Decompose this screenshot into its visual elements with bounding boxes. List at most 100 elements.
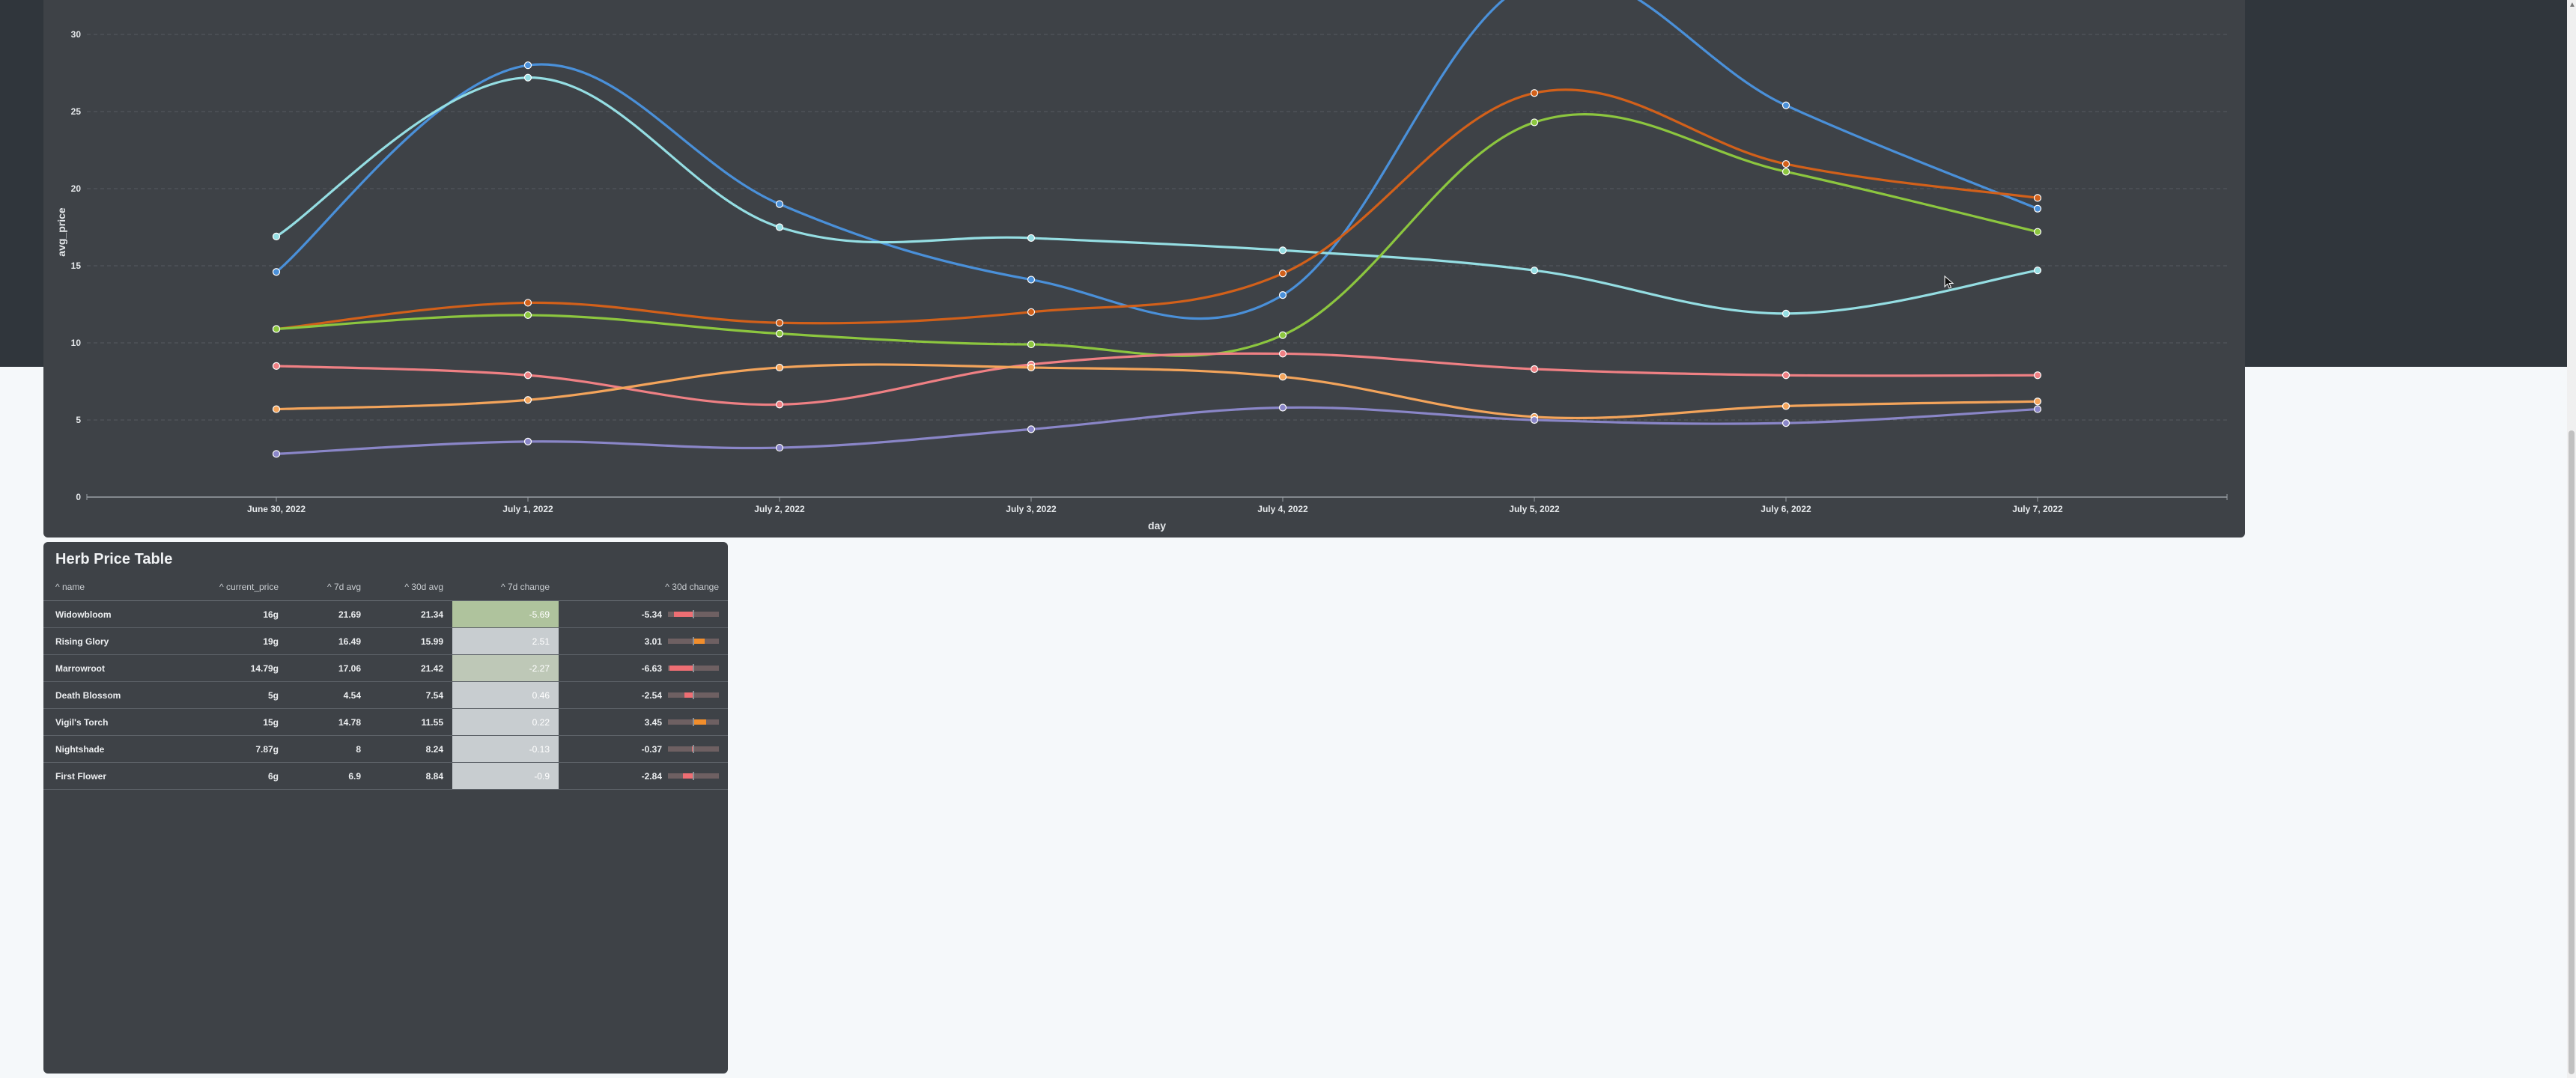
y-tick-label: 0 <box>76 492 81 502</box>
col-header-30d-avg[interactable]: ^ 30d avg <box>370 573 452 601</box>
x-tick-label: July 1, 2022 <box>502 504 553 514</box>
cell-7d-avg: 4.54 <box>288 681 370 709</box>
series-line-4 <box>275 352 2039 406</box>
series-line-3 <box>275 113 2039 357</box>
change-bar <box>668 691 719 699</box>
change-value: -6.63 <box>641 663 662 674</box>
data-point <box>1278 373 1287 381</box>
data-point <box>2033 194 2042 202</box>
y-tick-label: 20 <box>71 183 82 194</box>
data-point <box>272 232 281 240</box>
table-row: Death Blossom 5g 4.54 7.54 0.46 -2.54 <box>43 681 728 709</box>
scrollbar-thumb[interactable] <box>2569 430 2575 1074</box>
change-bar <box>668 664 719 672</box>
change-bar <box>668 772 719 780</box>
data-point <box>2033 405 2042 413</box>
data-point <box>523 73 532 82</box>
data-point <box>1027 340 1036 349</box>
change-bar-fill <box>683 773 693 779</box>
sort-icon: ^ <box>326 582 332 592</box>
y-tick-label: 15 <box>71 261 82 271</box>
cell-7d-change: -0.13 <box>452 735 559 763</box>
data-point <box>523 396 532 404</box>
data-point <box>272 450 281 458</box>
data-point <box>1530 415 1539 424</box>
change-bar-zero-mark <box>693 637 694 645</box>
table-row: Rising Glory 19g 16.49 15.99 2.51 3.01 <box>43 627 728 655</box>
change-bar <box>668 610 719 618</box>
data-point <box>523 299 532 307</box>
cell-30d-avg: 21.34 <box>370 600 452 628</box>
series-line-6 <box>275 406 2039 455</box>
data-point <box>1278 270 1287 278</box>
cell-30d-change: -0.37 <box>559 735 728 763</box>
change-value: 3.01 <box>644 636 662 647</box>
change-value: -2.54 <box>641 689 662 701</box>
data-point <box>1781 419 1790 427</box>
col-header-current-price[interactable]: ^ current_price <box>193 573 288 601</box>
cell-7d-change: 0.22 <box>452 708 559 736</box>
change-bar-zero-mark <box>693 610 694 618</box>
cell-30d-change: -2.84 <box>559 762 728 790</box>
cell-name: Vigil's Torch <box>43 708 193 736</box>
cell-name: Death Blossom <box>43 681 193 709</box>
x-tick-label: July 7, 2022 <box>2012 504 2063 514</box>
x-tick-label: July 4, 2022 <box>1257 504 1308 514</box>
cell-7d-avg: 21.69 <box>288 600 370 628</box>
col-header-7d-avg[interactable]: ^ 7d avg <box>288 573 370 601</box>
cell-30d-change: -5.34 <box>559 600 728 628</box>
change-bar-zero-mark <box>693 772 694 780</box>
data-point <box>523 371 532 380</box>
sort-icon: ^ <box>55 582 60 592</box>
data-point <box>775 401 784 409</box>
cell-30d-change: -6.63 <box>559 654 728 682</box>
cell-name: Nightshade <box>43 735 193 763</box>
x-tick-label: July 2, 2022 <box>754 504 805 514</box>
change-bar-fill <box>674 612 693 617</box>
sort-icon: ^ <box>404 582 409 592</box>
cell-7d-avg: 16.49 <box>288 627 370 655</box>
y-tick-label: 10 <box>71 338 82 348</box>
series-line-5 <box>275 363 2039 420</box>
data-point <box>523 61 532 70</box>
data-point <box>1781 168 1790 176</box>
col-header-30d-change[interactable]: ^ 30d change <box>559 573 728 601</box>
change-bar <box>668 745 719 753</box>
series-line-1 <box>275 76 2039 315</box>
data-point <box>1278 404 1287 412</box>
data-point <box>2033 267 2042 275</box>
data-point <box>1530 118 1539 127</box>
data-point <box>1781 402 1790 410</box>
data-point <box>1781 101 1790 109</box>
series-line-2 <box>275 88 2039 331</box>
sort-icon: ^ <box>500 582 505 592</box>
cell-current-price: 6g <box>193 762 288 790</box>
table-header-row: ^ name ^ current_price ^ 7d avg ^ 30d av… <box>43 573 728 601</box>
cell-current-price: 14.79g <box>193 654 288 682</box>
change-bar-zero-mark <box>693 718 694 726</box>
data-point <box>775 329 784 338</box>
col-header-name[interactable]: ^ name <box>43 573 193 601</box>
table-row: Widowbloom 16g 21.69 21.34 -5.69 -5.34 <box>43 600 728 628</box>
data-point <box>1781 371 1790 380</box>
cell-name: Rising Glory <box>43 627 193 655</box>
cell-7d-change: 2.51 <box>452 627 559 655</box>
x-tick-label: July 6, 2022 <box>1761 504 1811 514</box>
cell-current-price: 5g <box>193 681 288 709</box>
sort-icon: ^ <box>219 582 224 592</box>
col-header-7d-change[interactable]: ^ 7d change <box>452 573 559 601</box>
data-point <box>1530 89 1539 97</box>
data-point <box>272 268 281 276</box>
data-point <box>1278 331 1287 339</box>
cell-7d-avg: 6.9 <box>288 762 370 790</box>
cell-7d-change: -5.69 <box>452 600 559 628</box>
cell-30d-change: 3.01 <box>559 627 728 655</box>
data-point <box>272 362 281 370</box>
data-point <box>775 319 784 327</box>
data-point <box>1027 363 1036 372</box>
x-tick-label: July 5, 2022 <box>1509 504 1560 514</box>
scroll-up-icon[interactable]: ▲ <box>2569 1 2576 9</box>
y-axis-title: avg_price <box>55 207 67 257</box>
cell-30d-change: -2.54 <box>559 681 728 709</box>
data-point <box>1278 246 1287 255</box>
